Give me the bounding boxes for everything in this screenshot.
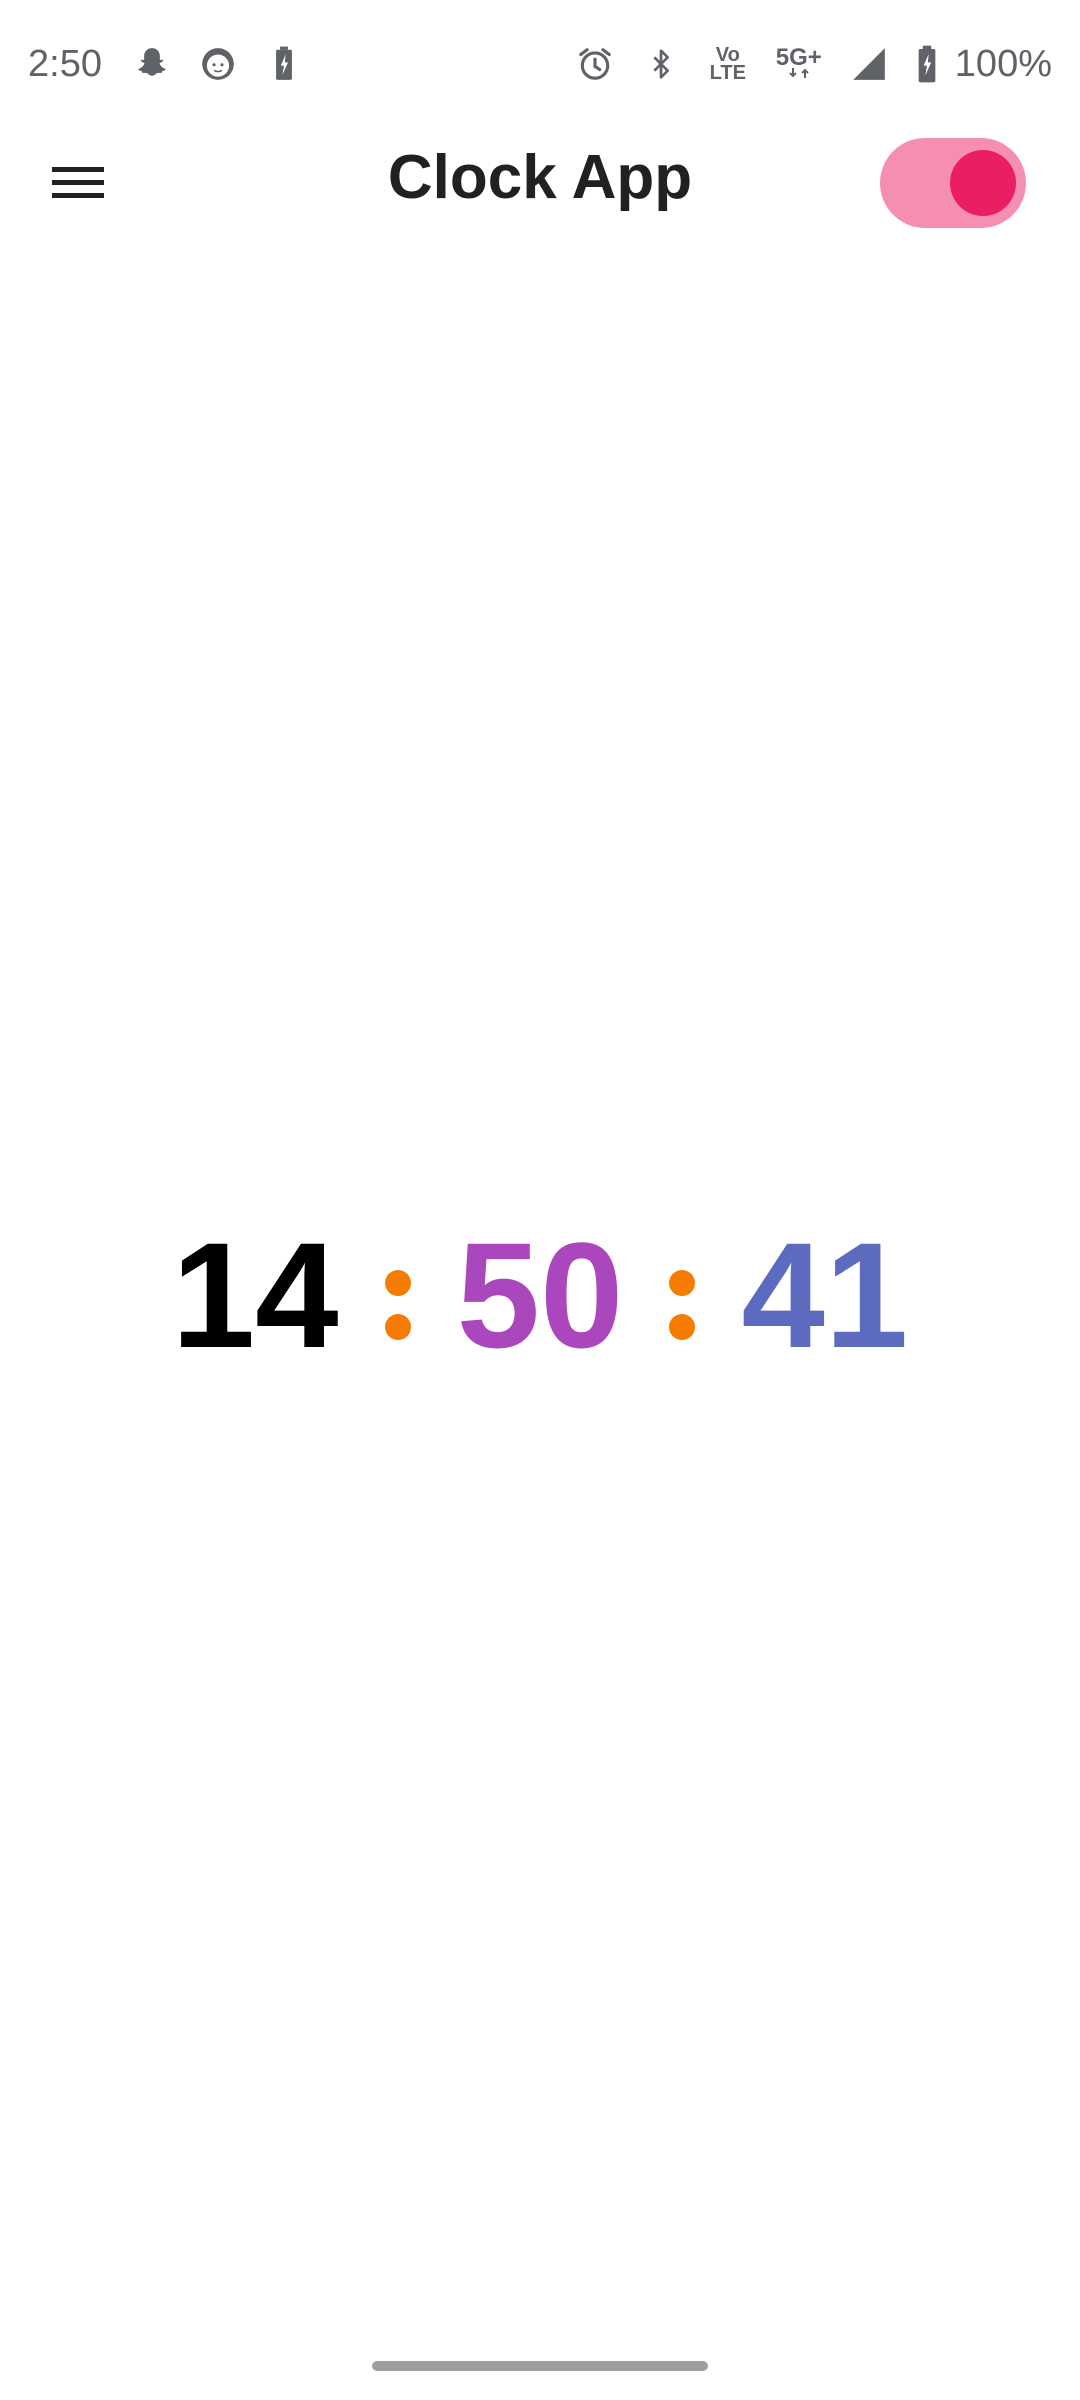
snapchat-icon [132, 44, 172, 84]
status-time: 2:50 [28, 42, 102, 85]
volte-icon: Vo LTE [707, 44, 749, 84]
gesture-nav-bar[interactable] [372, 2361, 708, 2371]
bluetooth-icon [641, 44, 681, 84]
volte-label-bottom: LTE [709, 62, 746, 84]
separator-dot [384, 1314, 411, 1340]
status-right: Vo LTE 5G+ 100% [575, 43, 1052, 86]
toggle-knob [950, 150, 1016, 216]
separator-dot [384, 1270, 411, 1296]
battery-charging-icon [915, 44, 939, 84]
network-label: 5G+ [775, 44, 822, 71]
face-icon [198, 44, 238, 84]
clock-hours: 14 [171, 1211, 339, 1379]
separator-dot [669, 1270, 696, 1296]
clock-display: 14 50 41 [0, 1210, 1080, 1380]
signal-icon [849, 44, 889, 84]
status-left: 2:50 [28, 43, 304, 86]
app-bar: Clock App [0, 128, 1080, 238]
clock-separator-2 [669, 1270, 696, 1340]
status-bar: 2:50 Vo LTE 5G+ 100% [0, 0, 1080, 128]
battery-saver-icon [264, 44, 304, 84]
separator-dot [669, 1314, 696, 1340]
alarm-icon [575, 44, 615, 84]
theme-toggle[interactable] [880, 138, 1026, 228]
5g-plus-icon: 5G+ [775, 44, 823, 84]
clock-separator-1 [384, 1270, 411, 1340]
battery-percentage: 100% [954, 42, 1052, 85]
clock-seconds: 41 [741, 1211, 909, 1379]
clock-minutes: 50 [456, 1211, 624, 1379]
